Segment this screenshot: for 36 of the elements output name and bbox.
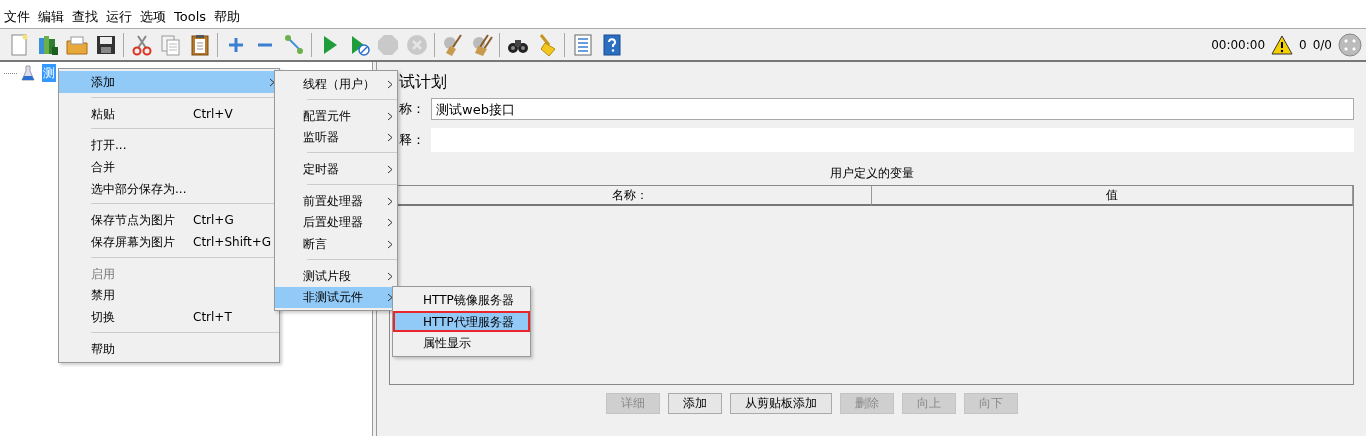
menu-item[interactable]: 选项 (140, 7, 166, 27)
shortcut-text: Ctrl+G (193, 212, 234, 230)
thread-count: 0/0 (1312, 36, 1332, 54)
status-indicator-icon[interactable] (1338, 32, 1362, 57)
field-label: 称： (398, 100, 426, 119)
shortcut-text: Ctrl+V (193, 105, 233, 123)
menu-item[interactable]: HTTP代理服务器 (393, 310, 530, 333)
menu-item[interactable]: 查找 (72, 7, 98, 27)
menu-item[interactable]: 测试片段 (275, 264, 397, 287)
menu-item[interactable]: 切换 Ctrl+T (59, 306, 279, 328)
action-button[interactable]: 添加 (667, 393, 722, 414)
menu-item[interactable]: 后置处理器 (275, 211, 397, 234)
menu-item[interactable]: Tools (174, 7, 207, 27)
menu-item[interactable]: 运行 (106, 7, 132, 27)
panel-title: 试计划 (399, 71, 448, 92)
menu-item[interactable]: 帮助 (214, 7, 241, 27)
name-field[interactable]: 测试web接口 (431, 98, 1354, 120)
menu-item[interactable]: 编辑 (38, 7, 64, 27)
tree-connector (4, 72, 17, 74)
menu-item[interactable]: 监听器 (275, 126, 397, 149)
menu-item[interactable]: 帮助 (59, 337, 279, 360)
shortcut-text: Ctrl+Shift+G (193, 233, 272, 251)
column-header[interactable]: 值 (871, 186, 1353, 206)
menu-item[interactable]: 定时器 (275, 158, 397, 180)
warning-icon[interactable] (1271, 34, 1294, 55)
shortcut-text: Ctrl+T (193, 309, 232, 327)
warning-count: 0 (1299, 36, 1307, 54)
flask-icon (21, 65, 35, 81)
menu-item[interactable]: 属性显示 (393, 332, 530, 355)
menu-item[interactable]: 配置元件 (275, 104, 397, 127)
action-button[interactable]: 从剪贴板添加 (729, 393, 832, 414)
menu-item[interactable]: 文件 (4, 7, 30, 27)
menu-item[interactable]: 断言 (275, 233, 397, 255)
section-title: 用户定义的变量 (828, 165, 915, 182)
timer-text: 00:00:00 (1211, 36, 1266, 54)
field-label: 释： (398, 131, 426, 150)
